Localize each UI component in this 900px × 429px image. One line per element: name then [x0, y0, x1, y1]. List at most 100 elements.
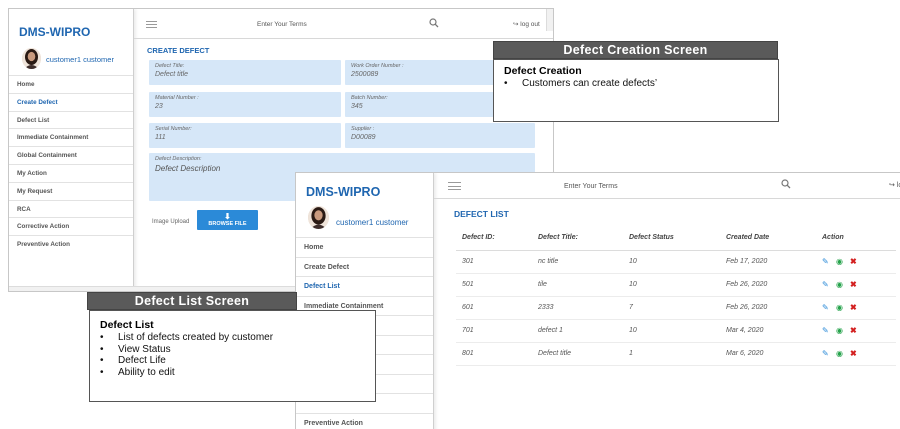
search-icon[interactable] — [429, 18, 439, 28]
cell-defect-status: 10 — [623, 250, 720, 274]
logout-link[interactable]: ↪ log out — [513, 20, 540, 28]
table-header-row: Defect ID: Defect Title: Defect Status C… — [456, 226, 896, 251]
avatar — [308, 206, 329, 229]
cell-actions: ✎ ◉ ✖ — [816, 250, 896, 274]
cell-created-date: Mar 6, 2020 — [720, 342, 816, 366]
cell-defect-title: Defect title — [532, 342, 623, 366]
column-header-defect-status: Defect Status — [623, 226, 720, 251]
cell-created-date: Feb 26, 2020 — [720, 296, 816, 320]
sidebar-item-create-defect[interactable]: Create Defect — [9, 92, 133, 111]
browse-file-label: BROWSE FILE — [208, 221, 247, 227]
field-label: Material Number : — [155, 95, 199, 101]
delete-icon[interactable]: ✖ — [850, 303, 860, 312]
sidebar-nav: Home Create Defect Defect List Immediate… — [9, 75, 133, 253]
cell-defect-status: 7 — [623, 296, 720, 320]
defect-list-callout: Defect List List of defects created by c… — [89, 310, 376, 402]
sidebar-item-create-defect[interactable]: Create Defect — [296, 256, 433, 277]
sidebar-item-corrective-action[interactable]: Corrective Action — [9, 217, 133, 235]
user-avatar-icon — [308, 206, 329, 229]
cell-created-date: Feb 17, 2020 — [720, 250, 816, 274]
table-row[interactable]: 801 Defect title 1 Mar 6, 2020 ✎ ◉ ✖ — [456, 342, 896, 366]
cell-actions: ✎ ◉ ✖ — [816, 296, 896, 320]
eye-icon[interactable]: ◉ — [836, 280, 846, 289]
sidebar-item-home[interactable]: Home — [9, 75, 133, 93]
sidebar-item-preventive-action[interactable]: Preventive Action — [296, 412, 433, 429]
cell-defect-title: nc title — [532, 250, 623, 274]
field-label: Defect Title: — [155, 63, 185, 69]
field-label: Defect Description: — [155, 156, 202, 162]
search-input[interactable]: Enter Your Terms — [564, 183, 618, 190]
cell-actions: ✎ ◉ ✖ — [816, 342, 896, 366]
defects-table: Defect ID: Defect Title: Defect Status C… — [456, 226, 896, 366]
edit-icon[interactable]: ✎ — [822, 349, 832, 358]
edit-icon[interactable]: ✎ — [822, 326, 832, 335]
table-row[interactable]: 301 nc title 10 Feb 17, 2020 ✎ ◉ ✖ — [456, 250, 896, 274]
defect-title-field[interactable]: Defect Title: Defect title — [149, 60, 341, 85]
cell-actions: ✎ ◉ ✖ — [816, 273, 896, 297]
edit-icon[interactable]: ✎ — [822, 303, 832, 312]
cell-defect-title: defect 1 — [532, 319, 623, 343]
cell-defect-id: 301 — [456, 250, 532, 274]
defect-creation-callout: Defect Creation Customers can create def… — [493, 59, 779, 122]
logout-icon: ↪ — [513, 21, 519, 28]
table-row[interactable]: 701 defect 1 10 Mar 4, 2020 ✎ ◉ ✖ — [456, 319, 896, 343]
callout-bullet: List of defects created by customer — [100, 332, 365, 344]
sidebar-item-home[interactable]: Home — [296, 237, 433, 257]
sidebar-item-defect-list[interactable]: Defect List — [9, 110, 133, 129]
field-value: 23 — [155, 103, 163, 110]
sidebar-item-preventive-action[interactable]: Preventive Action — [9, 235, 133, 253]
sidebar-item-defect-list[interactable]: Defect List — [296, 276, 433, 296]
hamburger-menu-icon[interactable] — [448, 182, 461, 190]
user-name: customer1 customer — [336, 218, 409, 227]
download-icon: ⬇ — [224, 212, 231, 221]
table-row[interactable]: 601 2333 7 Feb 26, 2020 ✎ ◉ ✖ — [456, 296, 896, 320]
hamburger-menu-icon[interactable] — [146, 21, 157, 28]
avatar — [22, 48, 41, 69]
cell-defect-status: 10 — [623, 273, 720, 297]
delete-icon[interactable]: ✖ — [850, 349, 860, 358]
search-input[interactable]: Enter Your Terms — [257, 21, 307, 28]
field-value: 2500089 — [351, 71, 379, 78]
delete-icon[interactable]: ✖ — [850, 257, 860, 266]
vertical-scrollbar[interactable] — [546, 9, 553, 31]
field-value: 111 — [155, 134, 166, 141]
cell-defect-id: 501 — [456, 273, 532, 297]
field-value: Defect Description — [155, 164, 221, 173]
sidebar: DMS-WIPRO customer1 customer Home Create… — [9, 9, 134, 291]
cell-created-date: Mar 4, 2020 — [720, 319, 816, 343]
sidebar-item-rca[interactable]: RCA — [9, 199, 133, 218]
brand-logo: DMS-WIPRO — [19, 25, 91, 39]
column-header-defect-title: Defect Title: — [532, 226, 623, 251]
eye-icon[interactable]: ◉ — [836, 349, 846, 358]
browse-file-button[interactable]: ⬇ BROWSE FILE — [197, 210, 258, 230]
delete-icon[interactable]: ✖ — [850, 326, 860, 335]
eye-icon[interactable]: ◉ — [836, 257, 846, 266]
callout-bullets: List of defects created by customer View… — [100, 332, 365, 378]
supplier-field[interactable]: Supplier : D00089 — [345, 123, 535, 148]
cell-defect-id: 601 — [456, 296, 532, 320]
logout-link[interactable]: ↪ lo — [889, 181, 900, 189]
search-icon[interactable] — [781, 179, 791, 189]
serial-number-field[interactable]: Serial Number: 111 — [149, 123, 341, 148]
callout-bullet: Defect Life — [100, 355, 365, 367]
sidebar-item-global-containment[interactable]: Global Containment — [9, 146, 133, 164]
eye-icon[interactable]: ◉ — [836, 303, 846, 312]
field-label: Batch Number: — [351, 95, 388, 101]
sidebar-item-my-action[interactable]: My Action — [9, 163, 133, 182]
cell-defect-title: 2333 — [532, 296, 623, 320]
defect-list-window: DMS-WIPRO customer1 customer Home Create… — [295, 172, 900, 429]
column-header-created-date: Created Date — [720, 226, 816, 251]
edit-icon[interactable]: ✎ — [822, 280, 832, 289]
sidebar-item-immediate-containment[interactable]: Immediate Containment — [9, 128, 133, 146]
sidebar-item-my-request[interactable]: My Request — [9, 181, 133, 200]
eye-icon[interactable]: ◉ — [836, 326, 846, 335]
table-row[interactable]: 501 tile 10 Feb 26, 2020 ✎ ◉ ✖ — [456, 273, 896, 297]
topbar-divider — [134, 38, 553, 39]
delete-icon[interactable]: ✖ — [850, 280, 860, 289]
cell-defect-id: 701 — [456, 319, 532, 343]
material-number-field[interactable]: Material Number : 23 — [149, 92, 341, 117]
logout-label: log out — [520, 21, 540, 28]
cell-defect-id: 801 — [456, 342, 532, 366]
edit-icon[interactable]: ✎ — [822, 257, 832, 266]
callout-bullet: View Status — [100, 344, 365, 356]
